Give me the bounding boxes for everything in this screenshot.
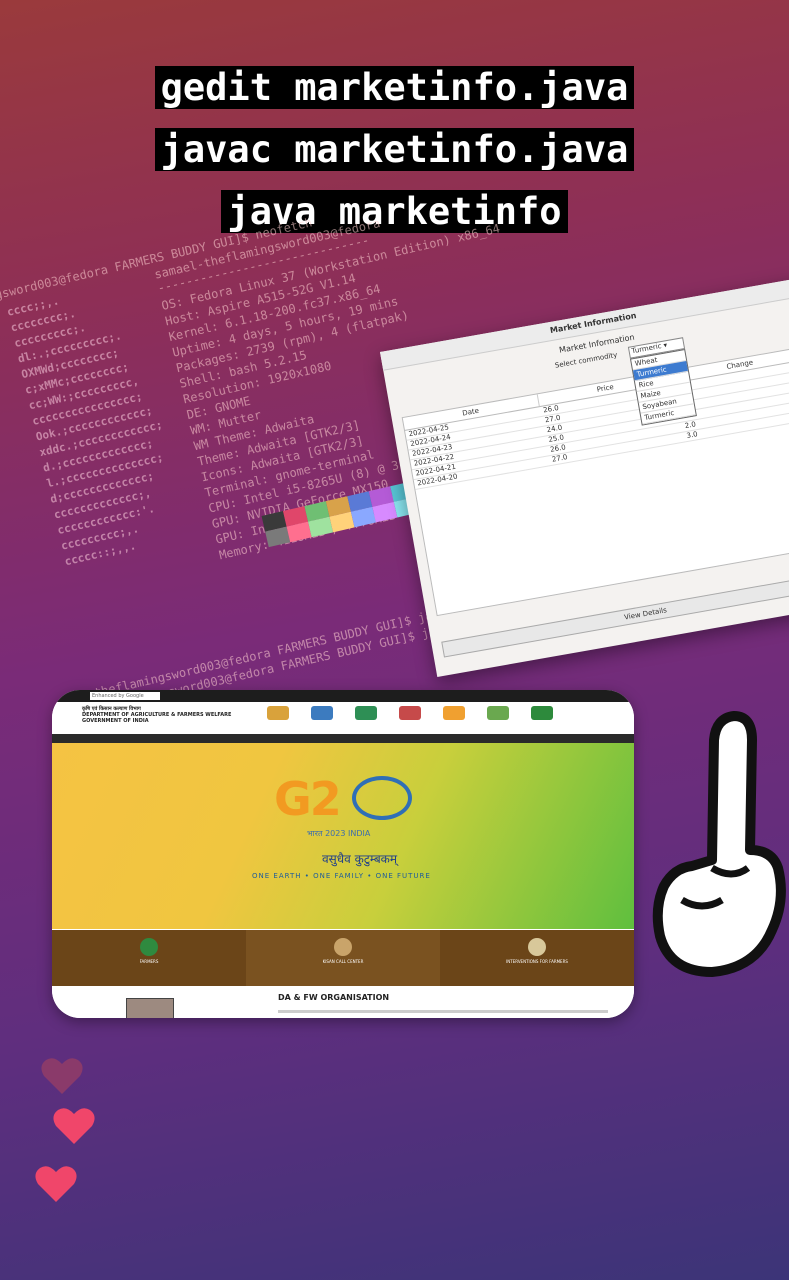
website-screenshot: Enhanced by Google कृषि एवं किसान कल्याण… <box>52 690 634 1018</box>
partner-logo[interactable] <box>487 706 509 720</box>
heart-icon[interactable] <box>52 1106 96 1146</box>
hero-sanskrit-text: वसुधैव कुटुम्बकम् <box>322 852 398 866</box>
partner-logo[interactable] <box>267 706 289 720</box>
tile-label: KISAN CALL CENTER <box>322 959 364 964</box>
website-nav-bar[interactable] <box>52 734 634 743</box>
heart-icon[interactable] <box>34 1164 78 1204</box>
chevron-down-icon: ▾ <box>662 341 668 350</box>
price-table: DatePriceChange 2022-04-2526.05.02022-04… <box>401 345 789 617</box>
service-tile[interactable]: INTERVENTIONS FOR FARMERS <box>440 930 634 986</box>
heart-icon[interactable] <box>40 1056 84 1096</box>
partner-logo[interactable] <box>443 706 465 720</box>
service-tiles: FARMERS KISAN CALL CENTER INTERVENTIONS FO… <box>52 930 634 986</box>
service-tile[interactable]: KISAN CALL CENTER <box>246 930 440 986</box>
lotus-globe-icon <box>352 776 412 820</box>
tile-icon <box>528 938 546 956</box>
g20-logo-text: G2 <box>274 772 342 826</box>
commodity-dropdown-list: Wheat Turmeric Rice Maize Soyabean Turmeric <box>629 348 697 426</box>
department-title: कृषि एवं किसान कल्याण विभाग DEPARTMENT O… <box>82 706 232 724</box>
partner-logo[interactable] <box>355 706 377 720</box>
caption-line-1: gedit marketinfo.java <box>0 62 789 114</box>
org-heading: DA & FW ORGANISATION <box>278 993 390 1002</box>
pointing-hand-icon <box>652 711 786 977</box>
hero-bharat-text: भारत 2023 INDIA <box>307 829 371 838</box>
tile-label: FARMERS <box>139 959 159 964</box>
partner-logo[interactable] <box>531 706 553 720</box>
org-text-line <box>278 1010 608 1013</box>
tile-label: INTERVENTIONS FOR FARMERS <box>506 959 568 964</box>
tile-icon <box>334 938 352 956</box>
service-tile[interactable]: FARMERS <box>52 930 246 986</box>
website-search-input[interactable]: Enhanced by Google <box>90 692 160 700</box>
partner-logo[interactable] <box>399 706 421 720</box>
partner-logos <box>267 706 553 720</box>
tile-icon <box>140 938 158 956</box>
partner-logo[interactable] <box>311 706 333 720</box>
minister-photo <box>126 998 174 1018</box>
hero-tagline: ONE EARTH • ONE FAMILY • ONE FUTURE <box>252 872 431 880</box>
